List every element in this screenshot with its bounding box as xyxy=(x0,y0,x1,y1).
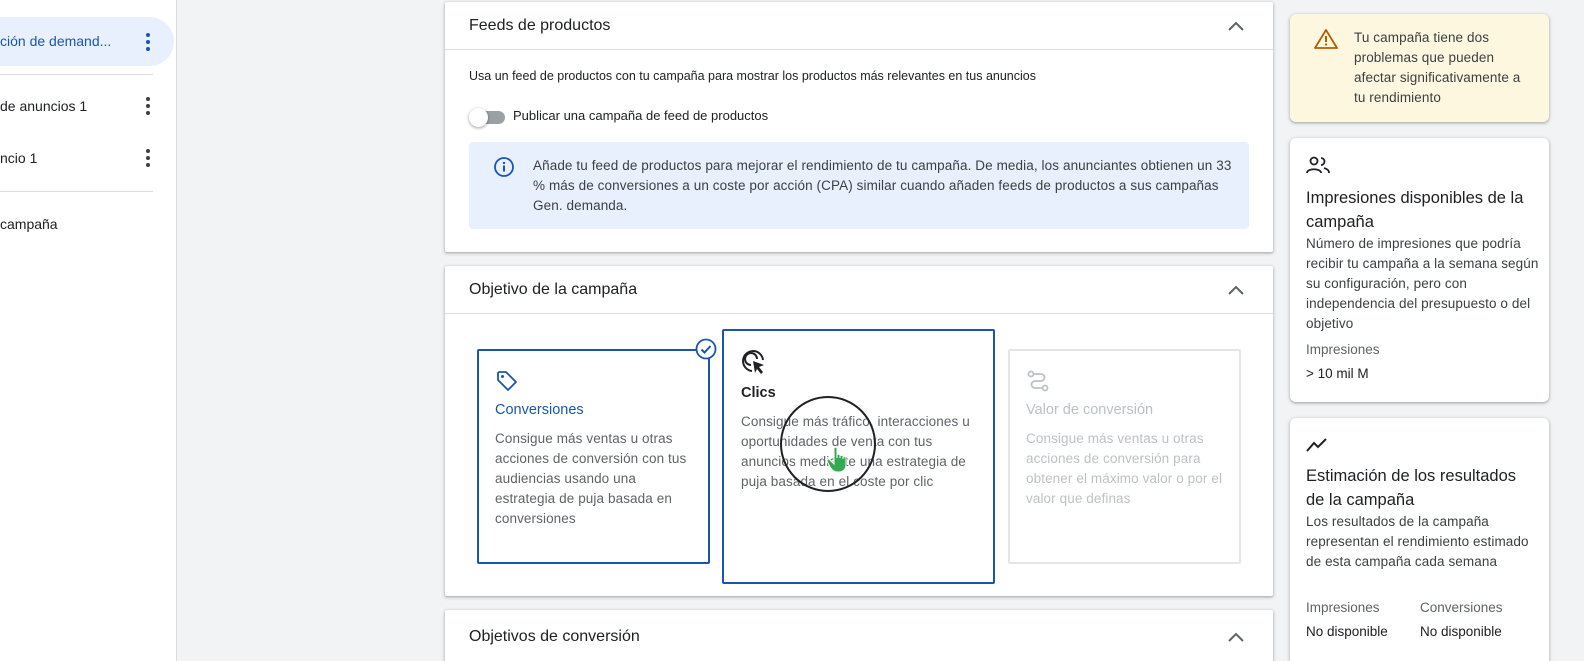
info-text: Añade tu feed de productos para mejorar … xyxy=(533,158,1232,213)
estimated-results-card: Estimación de los resultados de la campa… xyxy=(1290,418,1549,661)
sidebar-divider xyxy=(0,74,153,75)
sidebar-item-ad-group[interactable]: de anuncios 1 xyxy=(0,90,174,120)
chevron-up-icon[interactable] xyxy=(1227,284,1245,296)
product-feeds-header[interactable]: Feeds de productos xyxy=(445,2,1273,50)
product-feeds-description: Usa un feed de productos con tu campaña … xyxy=(469,69,1036,83)
product-feed-toggle[interactable] xyxy=(469,107,505,127)
conversions-value: No disponible xyxy=(1420,624,1502,639)
check-circle-icon xyxy=(695,338,717,360)
option-description: Consigue más ventas u otras acciones de … xyxy=(495,431,687,526)
more-vert-icon[interactable] xyxy=(139,30,157,54)
sidebar-item-campaign[interactable]: ción de demand... xyxy=(0,17,174,66)
card-description: Número de impresiones que podría recibir… xyxy=(1306,236,1539,331)
sidebar-item-label: de anuncios 1 xyxy=(0,98,88,114)
chevron-up-icon[interactable] xyxy=(1227,20,1245,32)
cursor-click-icon xyxy=(742,350,764,374)
objective-option-conversion-value: Valor de conversión Consigue más ventas … xyxy=(1008,349,1241,564)
sidebar-item-ad[interactable]: ncio 1 xyxy=(0,143,174,173)
campaign-objective-header[interactable]: Objetivo de la campaña xyxy=(445,266,1273,314)
tag-icon xyxy=(497,371,517,391)
option-description: Consigue más ventas u otras acciones de … xyxy=(1026,431,1223,506)
sidebar-divider xyxy=(0,191,153,192)
more-vert-icon[interactable] xyxy=(139,94,157,118)
toggle-thumb xyxy=(469,108,488,127)
sidebar-item-label: ción de demand... xyxy=(0,33,112,49)
product-feed-toggle-label: Publicar una campaña de feed de producto… xyxy=(513,108,769,123)
campaign-sidebar: ción de demand... de anuncios 1 ncio 1 c… xyxy=(0,0,177,661)
card-description: Los resultados de la campaña representan… xyxy=(1306,514,1529,569)
sidebar-item-label: ncio 1 xyxy=(0,150,38,166)
warning-icon xyxy=(1314,29,1338,49)
route-icon xyxy=(1027,370,1049,392)
objective-option-conversions[interactable]: Conversiones Consigue más ventas u otras… xyxy=(477,349,710,564)
conversion-goals-card: Objetivos de conversión xyxy=(445,610,1273,661)
sidebar-item-label: campaña xyxy=(0,216,58,232)
card-title: Estimación de los resultados de la campa… xyxy=(1306,467,1517,509)
available-impressions-card: Impresiones disponibles de la campaña Nú… xyxy=(1290,138,1549,402)
product-feed-info-banner: Añade tu feed de productos para mejorar … xyxy=(469,142,1249,229)
chevron-up-icon[interactable] xyxy=(1227,631,1245,643)
impressions-label: Impresiones xyxy=(1306,600,1380,615)
cursor-highlight-ring xyxy=(780,396,876,492)
trending-up-icon xyxy=(1306,438,1327,452)
impressions-label: Impresiones xyxy=(1306,342,1380,357)
hand-pointer-icon xyxy=(826,446,847,473)
option-title: Conversiones xyxy=(495,402,584,418)
option-title: Valor de conversión xyxy=(1026,402,1154,418)
card-title: Objetivos de conversión xyxy=(469,628,640,645)
conversion-goals-header[interactable]: Objetivos de conversión xyxy=(445,610,1273,658)
product-feeds-card: Feeds de productos Usa un feed de produc… xyxy=(445,2,1273,252)
conversions-label: Conversiones xyxy=(1420,600,1503,615)
impressions-value: No disponible xyxy=(1306,624,1388,639)
info-icon xyxy=(494,157,514,177)
warning-text: Tu campaña tiene dos problemas que puede… xyxy=(1354,30,1521,105)
option-title: Clics xyxy=(741,385,776,401)
card-title: Objetivo de la campaña xyxy=(469,281,638,298)
more-vert-icon[interactable] xyxy=(139,146,157,170)
card-title: Feeds de productos xyxy=(469,17,611,34)
campaign-warning-card[interactable]: Tu campaña tiene dos problemas que puede… xyxy=(1290,14,1549,122)
impressions-value: > 10 mil M xyxy=(1306,366,1369,381)
card-title: Impresiones disponibles de la campaña xyxy=(1306,189,1524,231)
sidebar-item-campaign-review[interactable]: campaña xyxy=(0,213,174,237)
people-icon xyxy=(1306,156,1330,174)
